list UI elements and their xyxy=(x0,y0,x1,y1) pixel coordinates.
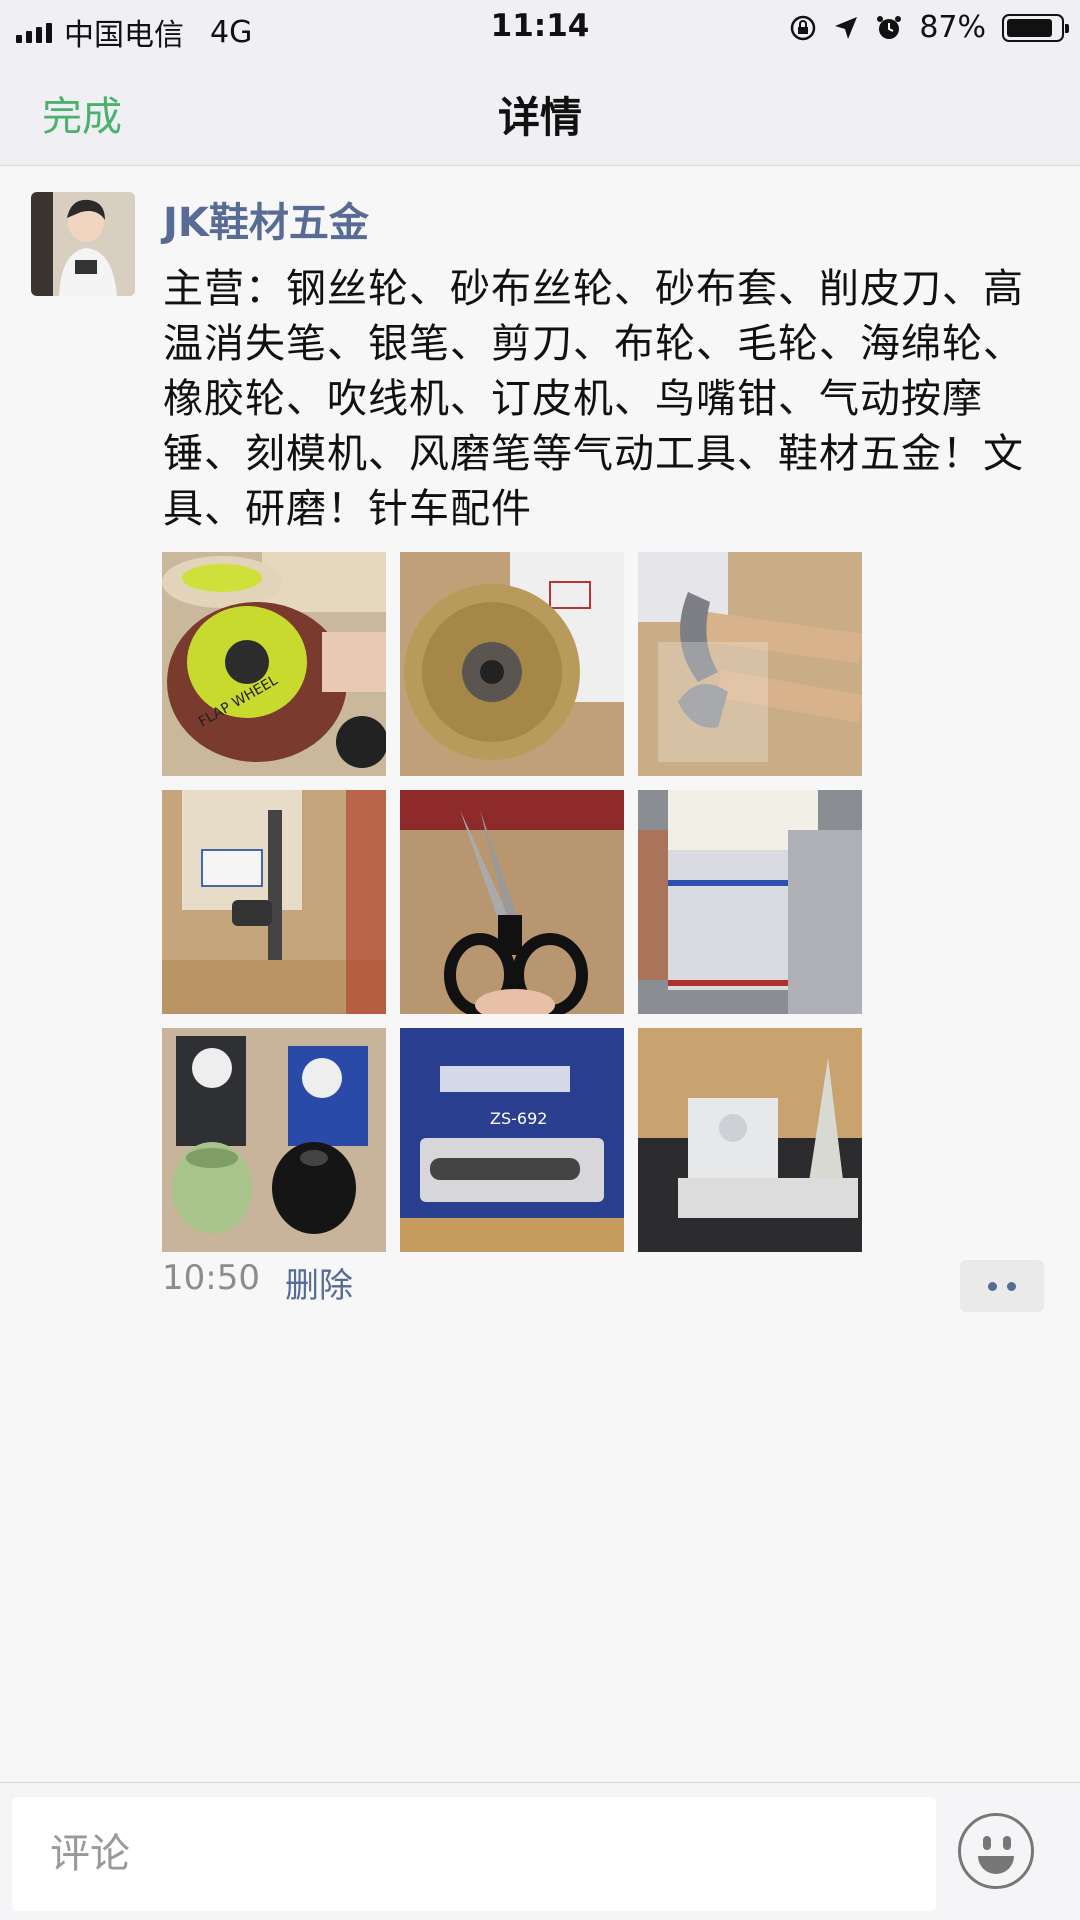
post-content: 主营：钢丝轮、砂布丝轮、砂布套、削皮刀、高温消失笔、银笔、剪刀、布轮、毛轮、海绵… xyxy=(163,266,1024,532)
more-dot-icon xyxy=(988,1281,997,1291)
rotation-lock-icon xyxy=(791,15,816,40)
comment-input[interactable] xyxy=(12,1797,936,1911)
nav-bar: 完成 详情 xyxy=(0,54,1080,166)
comment-bar xyxy=(0,1782,1080,1920)
avatar[interactable] xyxy=(31,192,135,296)
avatar-image xyxy=(31,192,135,296)
rubber-wheels-photo[interactable] xyxy=(162,1028,386,1252)
emoji-eye-left xyxy=(983,1836,991,1850)
post-time: 10:50 xyxy=(162,1258,260,1298)
pneumatic-hammer-box-photo[interactable]: ZS-692 xyxy=(400,1028,624,1252)
alarm-icon xyxy=(877,15,902,39)
more-actions-button[interactable] xyxy=(960,1260,1044,1312)
author-name[interactable]: JK鞋材五金 xyxy=(163,190,369,248)
plastic-parts-photo[interactable] xyxy=(638,1028,862,1252)
location-arrow-icon xyxy=(835,16,858,39)
page-title: 详情 xyxy=(497,93,582,142)
hammers-photo[interactable] xyxy=(638,552,862,776)
more-dot-icon xyxy=(1007,1281,1016,1291)
delete-button[interactable]: 删除 xyxy=(285,1258,353,1307)
rubber-hammer-photo[interactable] xyxy=(162,790,386,1014)
emoji-icon[interactable] xyxy=(958,1813,1034,1889)
battery-percent: 87% xyxy=(919,10,986,45)
box-model-label: ZS-692 xyxy=(490,1109,547,1128)
scissors-photo[interactable] xyxy=(400,790,624,1014)
battery-icon xyxy=(1002,13,1069,42)
status-bar: 中国电信 4G 11:14 87% xyxy=(0,0,1080,54)
battery-fill xyxy=(1007,18,1053,37)
flap-wheel-photo[interactable]: FLAP WHEEL xyxy=(162,552,386,776)
emoji-eye-right xyxy=(1003,1836,1011,1850)
emoji-mouth xyxy=(978,1856,1014,1874)
silver-pens-photo[interactable] xyxy=(638,790,862,1014)
wire-wheel-photo[interactable] xyxy=(400,552,624,776)
status-right: 87% xyxy=(789,10,1069,45)
